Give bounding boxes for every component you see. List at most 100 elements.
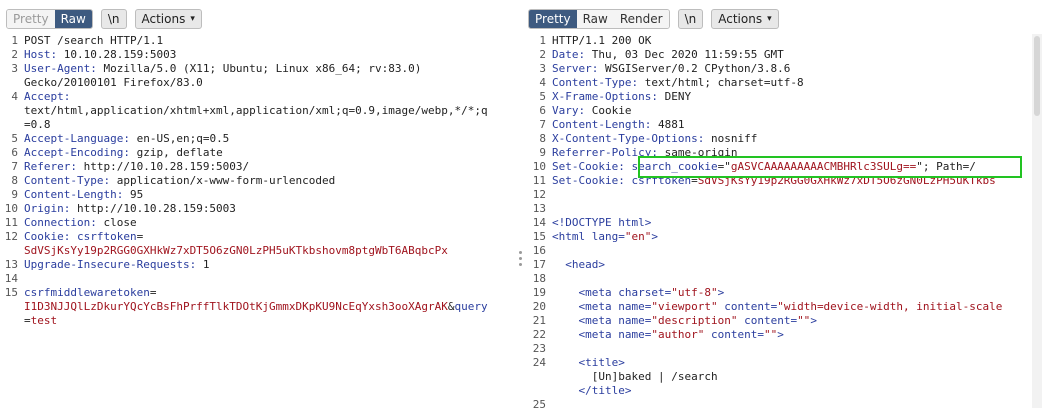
code-text: <meta name="author" content=""> — [552, 328, 784, 342]
code-line: 8 X-Content-Type-Options: nosniff — [528, 132, 1042, 146]
tab-raw[interactable]: Raw — [576, 10, 614, 28]
code-line: =0.8 — [0, 118, 518, 132]
code-line: 11 Set-Cookie: csrftoken=SdVSjKsYy19p2RGG… — [528, 174, 1042, 188]
line-number — [0, 244, 24, 258]
code-token: <!DOCTYPE html> — [552, 216, 652, 229]
code-token: "description" — [651, 314, 738, 327]
code-line: 20 <meta name="viewport" content="width=… — [528, 300, 1042, 314]
tab-raw[interactable]: Raw — [54, 10, 92, 28]
newline-toggle-button[interactable]: \n — [100, 9, 127, 29]
code-token: Host: — [24, 48, 64, 61]
scrollbar-thumb[interactable] — [1034, 36, 1040, 116]
line-number: 10 — [532, 160, 546, 173]
code-token: Set-Cookie: — [552, 174, 632, 187]
drag-handle-icon[interactable] — [519, 251, 522, 267]
code-token: Referer: — [24, 160, 84, 173]
request-editor[interactable]: 1 POST /search HTTP/1.1 2 Host: 10.10.28.15… — [0, 34, 518, 408]
line-number: 4 — [539, 76, 546, 89]
code-token: POST /search HTTP/1.1 — [24, 34, 164, 47]
code-text: <meta charset="utf-8"> — [552, 286, 724, 300]
code-text: User-Agent: Mozilla/5.0 (X11; Ubuntu; Li… — [24, 62, 421, 76]
vertical-scrollbar[interactable] — [1032, 34, 1042, 408]
code-token: Accept-Language: — [24, 132, 137, 145]
code-token: "author" — [651, 328, 705, 341]
code-line: 12 Cookie: csrftoken= — [0, 230, 518, 244]
code-token: > — [777, 328, 784, 341]
code-token: "viewport" — [651, 300, 718, 313]
code-token: <meta — [552, 328, 619, 341]
actions-label: Actions — [141, 12, 186, 26]
chevron-down-icon: ▾ — [190, 14, 195, 24]
code-token: X-Frame-Options: — [552, 90, 665, 103]
pane-divider[interactable] — [518, 0, 528, 408]
code-token: 95 — [129, 188, 144, 201]
code-line: SdVSjKsYy19p2RGG0GXHkWz7xDT5O6zGN0LzPH5u… — [0, 244, 518, 258]
code-token: 1 — [202, 258, 210, 271]
code-line: 13 Upgrade-Insecure-Requests: 1 — [0, 258, 518, 272]
line-number: 5 — [11, 132, 18, 145]
chevron-down-icon: ▾ — [767, 14, 772, 24]
tab-pretty[interactable]: Pretty — [7, 10, 55, 28]
code-token: > — [810, 314, 817, 327]
code-text: Set-Cookie: csrftoken=SdVSjKsYy19p2RGG0G… — [552, 174, 996, 188]
code-token: name — [618, 300, 645, 313]
code-text: Referrer-Policy: same-origin — [552, 146, 737, 160]
code-text: Set-Cookie: search_cookie="gASVCAAAAAAAA… — [552, 160, 976, 174]
code-line: 12 — [528, 188, 1042, 202]
response-toolbar: Pretty Raw Render \n Actions ▾ — [528, 9, 779, 29]
code-text: Accept-Encoding: gzip, deflate — [24, 146, 223, 160]
code-text: I1D3NJJQlLzDkurYQcYcBsFhPrffTlkTDOtKjGmm… — [24, 300, 488, 314]
code-token: Gecko/20100101 Firefox/83.0 — [24, 76, 203, 89]
code-token: Accept-Encoding: — [24, 146, 137, 159]
code-token: = — [691, 174, 698, 187]
code-token: Server: — [552, 62, 605, 75]
code-token: = — [24, 314, 31, 327]
code-token: Vary: — [552, 104, 592, 117]
code-text: =0.8 — [24, 118, 51, 132]
tab-pretty[interactable]: Pretty — [529, 10, 577, 28]
code-token: Set-Cookie: — [552, 160, 632, 173]
actions-dropdown[interactable]: Actions ▾ — [134, 9, 202, 29]
code-text: <title> — [552, 356, 624, 370]
line-number: 16 — [532, 244, 546, 257]
code-line: 9 Referrer-Policy: same-origin — [528, 146, 1042, 160]
code-line: 3 Server: WSGIServer/0.2 CPython/3.8.6 — [528, 62, 1042, 76]
line-number: 25 — [532, 398, 546, 408]
code-text: csrfmiddlewaretoken= — [24, 286, 156, 300]
line-number: 24 — [532, 356, 546, 369]
line-number: 6 — [539, 104, 546, 117]
line-number: 2 — [11, 48, 18, 61]
code-text: Accept: — [24, 90, 77, 104]
code-line: text/html,application/xhtml+xml,applicat… — [0, 104, 518, 118]
code-line: 18 — [528, 272, 1042, 286]
code-token: name — [618, 314, 645, 327]
code-token: > — [651, 230, 658, 243]
newline-toggle-button[interactable]: \n — [677, 9, 704, 29]
actions-dropdown[interactable]: Actions ▾ — [711, 9, 779, 29]
response-editor[interactable]: 1 HTTP/1.1 200 OK 2 Date: Thu, 03 Dec 2020 … — [528, 34, 1042, 408]
code-line: 22 <meta name="author" content=""> — [528, 328, 1042, 342]
tab-render[interactable]: Render — [613, 10, 669, 28]
actions-label: Actions — [718, 12, 763, 26]
line-number: 13 — [4, 258, 18, 271]
code-line: 19 <meta charset="utf-8"> — [528, 286, 1042, 300]
line-number: 10 — [4, 202, 18, 215]
code-token: Content-Length: — [552, 118, 658, 131]
code-text: Upgrade-Insecure-Requests: 1 — [24, 258, 209, 272]
line-number: 9 — [11, 188, 18, 201]
code-line: 17 <head> — [528, 258, 1042, 272]
line-number — [0, 104, 24, 118]
code-line: 4 Accept: — [0, 90, 518, 104]
line-number: 8 — [539, 132, 546, 145]
code-token: SdVSjKsYy19p2RGG0GXHkWz7xDT5O6zGN0LzPH5u… — [24, 244, 448, 257]
line-number: 9 — [539, 146, 546, 159]
line-number: 14 — [4, 272, 18, 285]
code-token: csrftoken — [76, 230, 137, 243]
code-token: application/x-www-form-urlencoded — [116, 174, 336, 187]
code-token: charset — [618, 286, 665, 299]
code-text: Gecko/20100101 Firefox/83.0 — [24, 76, 203, 90]
code-line: 11 Connection: close — [0, 216, 518, 230]
line-number: 7 — [11, 160, 18, 173]
code-token: Mozilla/5.0 (X11; Ubuntu; Linux x86_64; … — [103, 62, 422, 75]
code-token: content — [744, 314, 791, 327]
